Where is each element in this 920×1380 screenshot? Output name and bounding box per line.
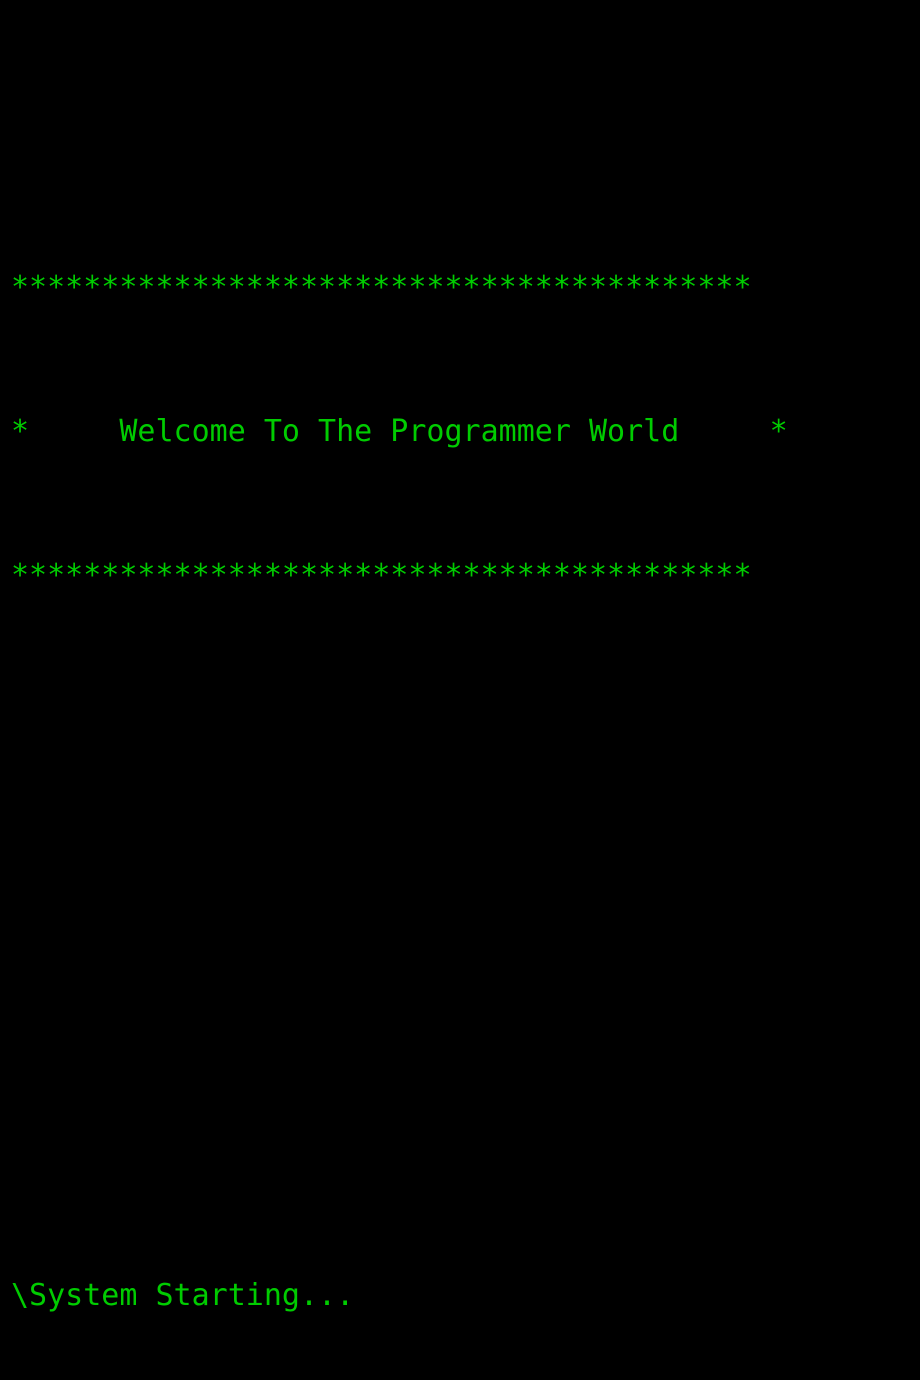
banner-top-rule: ****************************************… (11, 270, 752, 305)
output-line-system-starting: \System Starting... (11, 1278, 355, 1313)
blank-line-1 (11, 702, 788, 738)
terminal-output-area: ****************************************… (11, 162, 788, 1380)
banner-bottom-rule: ****************************************… (11, 558, 752, 593)
blank-line-4 (11, 1134, 788, 1170)
blank-line-3 (11, 990, 788, 1026)
blank-line-2 (11, 846, 788, 882)
terminal-screen[interactable]: ****************************************… (0, 0, 920, 1313)
banner-title-line: * Welcome To The Programmer World * (11, 414, 788, 449)
